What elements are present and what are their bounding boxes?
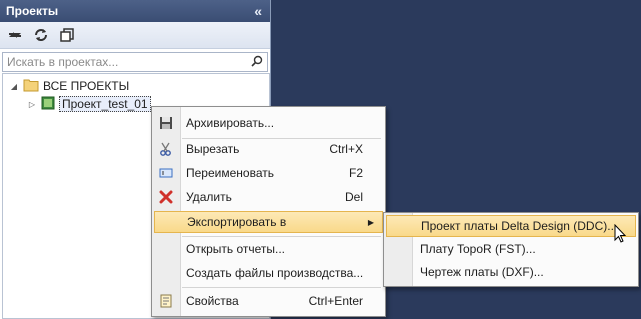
menu-item-label: Архивировать...: [186, 116, 275, 130]
submenu-item-label: Плату TopoR (FST)...: [420, 242, 536, 256]
menu-separator: [182, 236, 381, 237]
search-box[interactable]: [2, 52, 268, 72]
menu-item-export[interactable]: Экспортировать в ▶: [154, 211, 383, 233]
menu-item-shortcut: Ctrl+X: [329, 142, 363, 156]
save-icon: [158, 115, 174, 131]
panel-toolbar: [0, 22, 270, 49]
menu-item-label: Экспортировать в: [187, 215, 287, 229]
menu-item-shortcut: Ctrl+Enter: [308, 294, 363, 308]
menu-item-cut[interactable]: Вырезать Ctrl+X: [154, 138, 383, 160]
menu-item-rename[interactable]: Переименовать F2: [154, 162, 383, 184]
submenu-item-label: Проект платы Delta Design (DDC)...: [421, 219, 618, 233]
menu-item-label: Удалить: [186, 190, 232, 204]
menu-item-archive[interactable]: Архивировать...: [154, 112, 383, 134]
panel-header: Проекты «: [0, 0, 270, 22]
export-submenu: Проект платы Delta Design (DDC)... Плату…: [383, 212, 639, 287]
submenu-item-ddc[interactable]: Проект платы Delta Design (DDC)...: [386, 215, 636, 237]
folder-icon: [23, 78, 39, 95]
scissors-icon: [158, 141, 174, 157]
rename-icon: [158, 165, 174, 181]
menu-separator: [182, 287, 381, 288]
context-menu: Архивировать... Вырезать Ctrl+X Переимен…: [151, 106, 386, 317]
submenu-item-dxf[interactable]: Чертеж платы (DXF)...: [386, 261, 636, 283]
delete-icon: [158, 189, 174, 205]
submenu-item-label: Чертеж платы (DXF)...: [420, 265, 544, 279]
properties-icon: [158, 293, 174, 309]
tree-node-label: ВСЕ ПРОЕКТЫ: [43, 79, 130, 93]
collapsed-arrow-icon[interactable]: ▷: [27, 100, 37, 109]
menu-item-properties[interactable]: Свойства Ctrl+Enter: [154, 290, 383, 312]
submenu-arrow-icon: ▶: [367, 217, 374, 227]
menu-item-open-reports[interactable]: Открыть отчеты...: [154, 238, 383, 260]
tree-node-label: Проект_test_01: [59, 96, 151, 112]
search-icon[interactable]: [251, 55, 263, 70]
expand-arrow-icon[interactable]: ◢: [9, 82, 19, 91]
menu-item-label: Открыть отчеты...: [186, 242, 286, 256]
double-chevron-left-icon[interactable]: «: [254, 3, 262, 19]
tree-node-project[interactable]: ▷ Проект_test_01: [27, 95, 151, 113]
menu-item-delete[interactable]: Удалить Del: [154, 186, 383, 208]
mouse-cursor-icon: [614, 223, 627, 247]
copy-icon[interactable]: [58, 26, 76, 44]
menu-item-label: Переименовать: [186, 166, 274, 180]
menu-item-label: Вырезать: [186, 142, 240, 156]
tree-node-all-projects[interactable]: ◢ ВСЕ ПРОЕКТЫ: [9, 77, 129, 95]
submenu-item-fst[interactable]: Плату TopoR (FST)...: [386, 238, 636, 260]
refresh-icon[interactable]: [32, 26, 50, 44]
menu-item-create-production-files[interactable]: Создать файлы производства...: [154, 262, 383, 284]
menu-item-label: Создать файлы производства...: [186, 266, 364, 280]
menu-item-label: Свойства: [186, 294, 239, 308]
sync-icon[interactable]: [6, 26, 24, 44]
project-board-icon: [41, 96, 55, 113]
menu-item-shortcut: F2: [348, 166, 363, 180]
menu-item-shortcut: Del: [344, 190, 363, 204]
search-input[interactable]: [7, 55, 227, 69]
panel-title: Проекты: [6, 4, 59, 18]
